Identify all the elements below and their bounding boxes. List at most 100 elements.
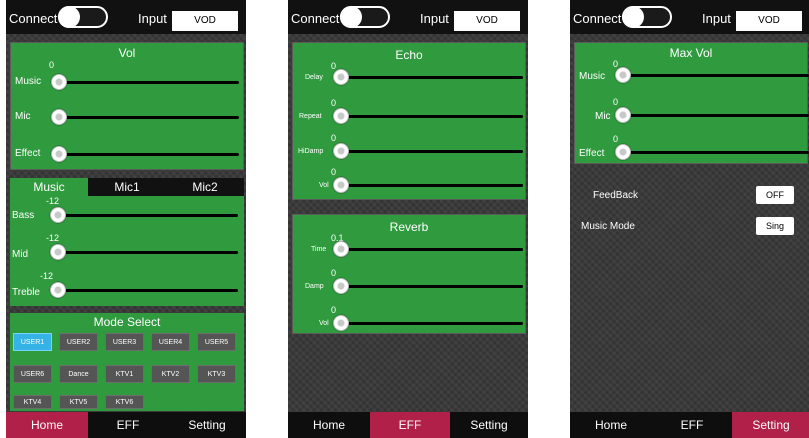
mode-button-user4[interactable]: USER4 bbox=[151, 333, 190, 351]
eq-panel: -12 Bass -12 Mid -12 Treble bbox=[10, 196, 244, 306]
slider-track[interactable] bbox=[621, 114, 809, 117]
feedback-label: FeedBack bbox=[593, 190, 639, 201]
input-select[interactable]: VOD bbox=[736, 11, 802, 31]
slider-label: Mid bbox=[12, 249, 29, 260]
slider-track[interactable] bbox=[339, 76, 523, 79]
music-mode-label: Music Mode bbox=[581, 221, 635, 232]
input-label: Input bbox=[420, 11, 449, 26]
slider-track[interactable] bbox=[57, 116, 239, 119]
bottom-nav: Home EFF Setting bbox=[288, 412, 528, 438]
bottom-nav: Home EFF Setting bbox=[570, 412, 809, 438]
slider-track[interactable] bbox=[57, 81, 239, 84]
slider-thumb[interactable] bbox=[615, 107, 631, 123]
mode-button-user1[interactable]: USER1 bbox=[13, 333, 52, 351]
mode-button-dance[interactable]: Dance bbox=[59, 365, 98, 383]
slider-thumb[interactable] bbox=[615, 67, 631, 83]
tab-mic2[interactable]: Mic2 bbox=[166, 178, 244, 196]
slider-label: Effect bbox=[15, 148, 41, 159]
slider-thumb[interactable] bbox=[50, 244, 66, 260]
slider-label: Repeat bbox=[299, 113, 322, 120]
slider-track[interactable] bbox=[57, 153, 239, 156]
tab-music[interactable]: Music bbox=[10, 178, 88, 196]
slider-thumb[interactable] bbox=[333, 143, 349, 159]
slider-row-music: 0 Music bbox=[11, 60, 243, 92]
feedback-button[interactable]: OFF bbox=[756, 186, 794, 204]
mode-button-ktv4[interactable]: KTV4 bbox=[13, 395, 52, 409]
mode-button-user3[interactable]: USER3 bbox=[105, 333, 144, 351]
slider-row-effect: 0 Effect bbox=[575, 134, 809, 162]
mode-button-user6[interactable]: USER6 bbox=[13, 365, 52, 383]
slider-thumb[interactable] bbox=[51, 109, 67, 125]
connect-label: Connect bbox=[573, 11, 622, 26]
slider-track[interactable] bbox=[339, 150, 523, 153]
nav-setting[interactable]: Setting bbox=[168, 412, 246, 438]
slider-thumb[interactable] bbox=[333, 177, 349, 193]
slider-track[interactable] bbox=[56, 289, 238, 292]
slider-row-music: 0 Music bbox=[575, 59, 809, 85]
slider-row-bass: -12 Bass bbox=[10, 196, 244, 223]
mode-button-ktv6[interactable]: KTV6 bbox=[105, 395, 144, 409]
slider-thumb[interactable] bbox=[51, 146, 67, 162]
slider-value: -12 bbox=[46, 233, 60, 243]
slider-thumb[interactable] bbox=[333, 108, 349, 124]
slider-thumb[interactable] bbox=[50, 282, 66, 298]
music-mode-button[interactable]: Sing bbox=[756, 217, 794, 235]
nav-eff[interactable]: EFF bbox=[370, 412, 450, 438]
eff-screen: Connect Input VOD Echo 0 Delay 0 Repeat … bbox=[288, 0, 528, 438]
slider-thumb[interactable] bbox=[333, 241, 349, 257]
slider-track[interactable] bbox=[339, 115, 523, 118]
slider-track[interactable] bbox=[621, 74, 809, 77]
mode-button-ktv3[interactable]: KTV3 bbox=[197, 365, 236, 383]
connect-toggle[interactable] bbox=[622, 6, 672, 28]
mode-button-ktv1[interactable]: KTV1 bbox=[105, 365, 144, 383]
mode-button-user2[interactable]: USER2 bbox=[59, 333, 98, 351]
input-select[interactable]: VOD bbox=[172, 11, 238, 31]
slider-label: Bass bbox=[12, 210, 35, 221]
nav-setting[interactable]: Setting bbox=[450, 412, 528, 438]
slider-track[interactable] bbox=[339, 322, 523, 325]
input-label: Input bbox=[138, 11, 167, 26]
nav-home[interactable]: Home bbox=[570, 412, 652, 438]
slider-track[interactable] bbox=[56, 251, 238, 254]
home-screen: Connect Input VOD Vol 0 Music Mic Effect… bbox=[6, 0, 246, 438]
slider-row-time: 0.1 Time bbox=[293, 233, 525, 259]
slider-row-treble: -12 Treble bbox=[10, 271, 244, 298]
nav-home[interactable]: Home bbox=[288, 412, 370, 438]
mode-button-ktv5[interactable]: KTV5 bbox=[59, 395, 98, 409]
tab-mic1[interactable]: Mic1 bbox=[88, 178, 166, 196]
slider-row-mic: 0 Mic bbox=[575, 97, 809, 125]
slider-track[interactable] bbox=[339, 285, 523, 288]
input-label: Input bbox=[702, 11, 731, 26]
slider-row-repeat: 0 Repeat bbox=[293, 98, 525, 126]
slider-thumb[interactable] bbox=[615, 144, 631, 160]
slider-thumb[interactable] bbox=[333, 278, 349, 294]
slider-track[interactable] bbox=[56, 214, 238, 217]
nav-home[interactable]: Home bbox=[6, 412, 88, 438]
slider-track[interactable] bbox=[339, 184, 523, 187]
slider-track[interactable] bbox=[339, 248, 523, 251]
slider-row-hidamp: 0 HiDamp bbox=[293, 133, 525, 161]
slider-label: Mic bbox=[15, 111, 31, 122]
connect-toggle[interactable] bbox=[58, 6, 108, 28]
slider-value: 0 bbox=[331, 98, 337, 108]
echo-panel: Echo 0 Delay 0 Repeat 0 HiDamp 0 Vol bbox=[292, 42, 526, 200]
slider-value: 0 bbox=[613, 134, 619, 144]
connect-toggle[interactable] bbox=[340, 6, 390, 28]
mode-button-ktv2[interactable]: KTV2 bbox=[151, 365, 190, 383]
nav-eff[interactable]: EFF bbox=[88, 412, 168, 438]
slider-track[interactable] bbox=[621, 151, 809, 154]
mode-select-panel: Mode Select USER1 USER2 USER3 USER4 USER… bbox=[10, 313, 244, 411]
slider-thumb[interactable] bbox=[333, 69, 349, 85]
slider-thumb[interactable] bbox=[50, 207, 66, 223]
connect-bar: Connect Input VOD bbox=[6, 0, 246, 34]
slider-thumb[interactable] bbox=[51, 74, 67, 90]
slider-label: Treble bbox=[12, 287, 40, 298]
slider-thumb[interactable] bbox=[333, 315, 349, 331]
input-select[interactable]: VOD bbox=[454, 11, 520, 31]
nav-eff[interactable]: EFF bbox=[652, 412, 732, 438]
mode-button-user5[interactable]: USER5 bbox=[197, 333, 236, 351]
toggle-knob bbox=[622, 6, 644, 28]
slider-value: 0 bbox=[49, 60, 55, 70]
nav-setting[interactable]: Setting bbox=[732, 412, 809, 438]
slider-label: Music bbox=[579, 71, 606, 82]
